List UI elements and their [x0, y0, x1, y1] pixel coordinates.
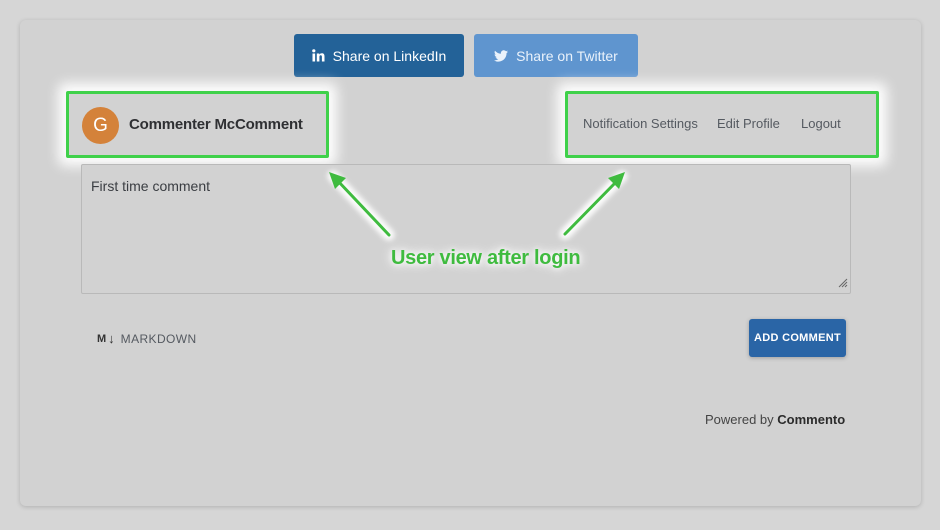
annotation-label: User view after login [391, 247, 581, 269]
arrow-to-user-icon [329, 172, 391, 237]
arrow-to-menu-icon [563, 172, 625, 236]
